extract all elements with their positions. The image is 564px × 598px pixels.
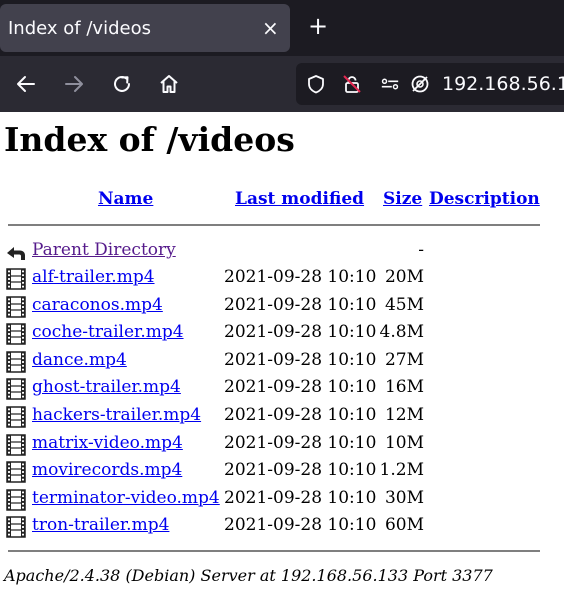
file-link[interactable]: caraconos.mp4 bbox=[32, 295, 163, 315]
parent-size: - bbox=[418, 240, 424, 260]
page-title: Index of /videos bbox=[4, 120, 295, 159]
file-link[interactable]: movirecords.mp4 bbox=[32, 460, 182, 480]
movie-file-icon bbox=[6, 323, 26, 345]
file-size: 30M bbox=[384, 487, 424, 508]
file-row: coche-trailer.mp4 2021-09-28 10:10 4.8M bbox=[0, 320, 564, 347]
movie-file-icon bbox=[6, 461, 26, 483]
file-link[interactable]: matrix-video.mp4 bbox=[32, 433, 183, 453]
file-link[interactable]: terminator-video.mp4 bbox=[32, 488, 220, 508]
file-date: 2021-09-28 10:10 bbox=[224, 294, 377, 315]
movie-file-icon bbox=[6, 378, 26, 401]
movie-file-icon bbox=[6, 489, 26, 511]
movie-file-icon bbox=[6, 295, 26, 318]
file-row: hackers-trailer.mp4 2021-09-28 10:10 12M bbox=[0, 403, 564, 430]
url-bar[interactable]: 192.168.56.133:3377/videos/ bbox=[296, 63, 564, 105]
parent-directory-row: Parent Directory - bbox=[0, 238, 564, 265]
file-date: 2021-09-28 10:10 bbox=[224, 377, 377, 398]
footer-divider bbox=[8, 550, 540, 552]
file-row: alf-trailer.mp4 2021-09-28 10:10 20M bbox=[0, 265, 564, 292]
file-date: 2021-09-28 10:10 bbox=[224, 322, 377, 343]
file-size: 20M bbox=[384, 267, 424, 287]
file-date: 2021-09-28 10:10 bbox=[224, 487, 377, 508]
file-row: terminator-video.mp4 2021-09-28 10:10 30M bbox=[0, 486, 564, 513]
url-text[interactable]: 192.168.56.133:3377/videos/ bbox=[442, 73, 564, 95]
file-link[interactable]: dance.mp4 bbox=[32, 350, 127, 370]
shield-icon[interactable] bbox=[306, 74, 326, 94]
tab-close-button[interactable]: × bbox=[262, 16, 279, 40]
forward-button[interactable] bbox=[60, 70, 88, 98]
back-button[interactable] bbox=[12, 70, 40, 98]
navigation-toolbar: 192.168.56.133:3377/videos/ bbox=[0, 56, 564, 112]
file-date: 2021-09-28 10:10 bbox=[224, 460, 377, 481]
file-row: ghost-trailer.mp4 2021-09-28 10:10 16M bbox=[0, 375, 564, 402]
file-row: dance.mp4 2021-09-28 10:10 27M bbox=[0, 348, 564, 375]
file-link[interactable]: tron-trailer.mp4 bbox=[32, 515, 169, 535]
file-date: 2021-09-28 10:10 bbox=[224, 349, 377, 370]
server-signature: Apache/2.4.38 (Debian) Server at 192.168… bbox=[4, 566, 493, 585]
page-content: Index of /videos Name Last modified Size… bbox=[0, 112, 564, 598]
file-date: 2021-09-28 10:10 bbox=[224, 405, 377, 425]
parent-directory-link[interactable]: Parent Directory bbox=[32, 240, 176, 260]
tab-title: Index of /videos bbox=[8, 18, 151, 39]
arrow-right-icon bbox=[65, 76, 83, 92]
tracking-off-icon[interactable] bbox=[410, 74, 430, 94]
movie-file-icon bbox=[6, 268, 26, 290]
file-row: tron-trailer.mp4 2021-09-28 10:10 60M bbox=[0, 513, 564, 540]
reload-icon bbox=[114, 75, 130, 92]
file-size: 60M bbox=[384, 515, 424, 536]
arrow-left-icon bbox=[17, 76, 35, 92]
header-divider bbox=[8, 224, 540, 226]
file-size: 4.8M bbox=[379, 322, 424, 343]
file-size: 45M bbox=[384, 294, 424, 315]
reload-button[interactable] bbox=[108, 70, 136, 98]
new-tab-button[interactable]: + bbox=[308, 12, 328, 40]
movie-file-icon bbox=[6, 433, 26, 456]
column-header-last-modified[interactable]: Last modified bbox=[235, 189, 364, 209]
file-row: caraconos.mp4 2021-09-28 10:10 45M bbox=[0, 293, 564, 320]
movie-file-icon bbox=[6, 516, 26, 539]
movie-file-icon bbox=[6, 406, 26, 428]
insecure-lock-icon[interactable] bbox=[342, 74, 362, 94]
column-header-description[interactable]: Description bbox=[429, 189, 540, 209]
file-row: movirecords.mp4 2021-09-28 10:10 1.2M bbox=[0, 458, 564, 485]
file-size: 10M bbox=[384, 432, 424, 453]
movie-file-icon bbox=[6, 351, 26, 373]
file-link[interactable]: ghost-trailer.mp4 bbox=[32, 377, 181, 397]
file-date: 2021-09-28 10:10 bbox=[224, 515, 377, 536]
file-date: 2021-09-28 10:10 bbox=[224, 432, 377, 453]
home-button[interactable] bbox=[155, 70, 183, 98]
permissions-icon[interactable] bbox=[380, 74, 400, 94]
file-size: 27M bbox=[384, 349, 424, 370]
column-header-size[interactable]: Size bbox=[383, 189, 422, 209]
file-size: 12M bbox=[384, 405, 424, 425]
home-icon bbox=[160, 75, 178, 93]
file-link[interactable]: alf-trailer.mp4 bbox=[32, 267, 155, 287]
file-size: 1.2M bbox=[379, 460, 424, 481]
file-link[interactable]: coche-trailer.mp4 bbox=[32, 322, 184, 342]
back-arrow-icon bbox=[7, 247, 25, 260]
active-tab[interactable]: Index of /videos × bbox=[0, 4, 290, 52]
file-size: 16M bbox=[384, 377, 424, 398]
file-link[interactable]: hackers-trailer.mp4 bbox=[32, 405, 201, 425]
file-date: 2021-09-28 10:10 bbox=[224, 267, 377, 287]
column-header-name[interactable]: Name bbox=[98, 189, 153, 209]
file-row: matrix-video.mp4 2021-09-28 10:10 10M bbox=[0, 431, 564, 458]
tab-bar: Index of /videos × + bbox=[0, 0, 564, 56]
